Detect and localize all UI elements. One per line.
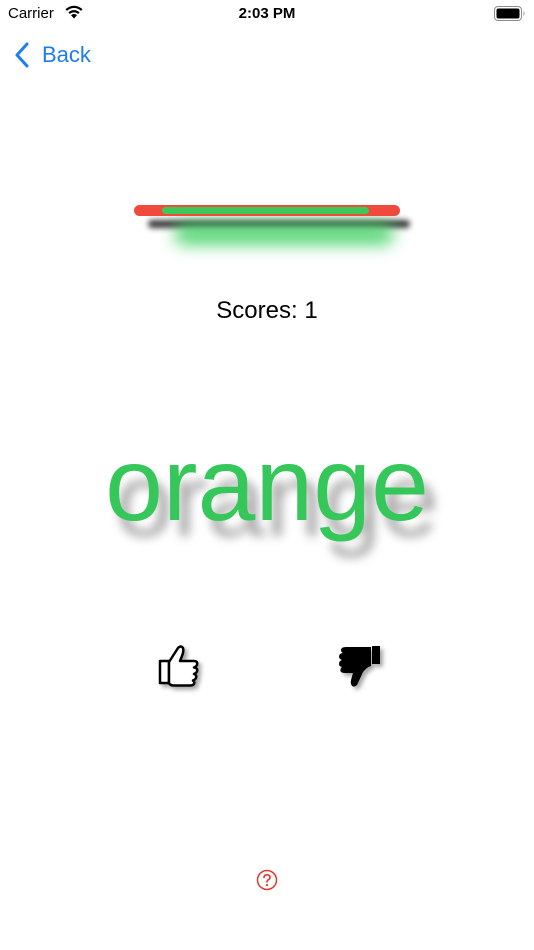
- help-button[interactable]: [256, 869, 278, 891]
- thumbs-down-icon: [339, 646, 380, 687]
- like-button[interactable]: [154, 640, 204, 690]
- back-button[interactable]: Back: [14, 40, 91, 70]
- battery-icon: [494, 6, 525, 21]
- chevron-left-icon: [15, 42, 29, 68]
- color-word: orange: [105, 427, 429, 543]
- timer-glow: [174, 223, 394, 245]
- score-label: Scores: 1: [216, 297, 318, 324]
- back-label: Back: [42, 42, 91, 67]
- status-time: 2:03 PM: [238, 5, 296, 22]
- status-bar: Carrier 2:03 PM: [0, 0, 534, 28]
- timer-bar: [134, 205, 412, 255]
- thumbs-up-icon: [158, 645, 199, 687]
- timer-fill: [162, 207, 369, 214]
- dislike-button[interactable]: [332, 640, 382, 690]
